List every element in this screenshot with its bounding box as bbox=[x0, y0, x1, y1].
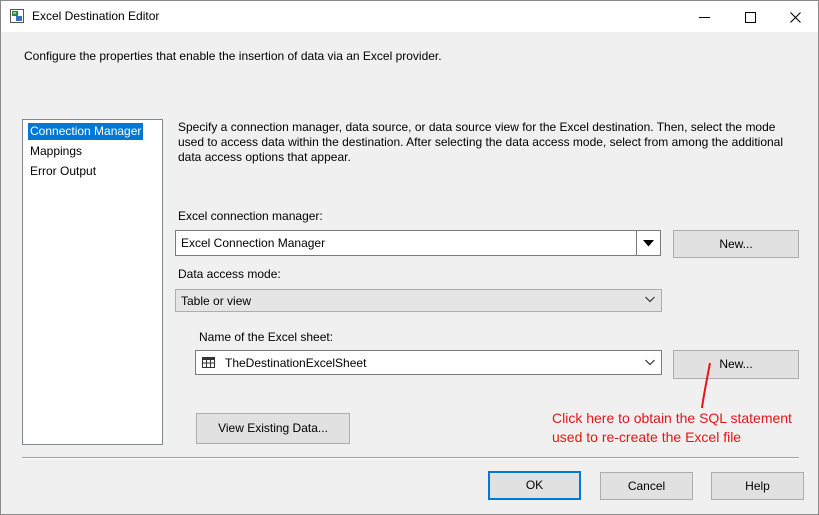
close-icon bbox=[789, 11, 801, 23]
view-existing-data-button[interactable]: View Existing Data... bbox=[196, 413, 350, 444]
table-icon bbox=[202, 357, 215, 368]
annotation-line-1: Click here to obtain the SQL statement bbox=[552, 410, 792, 426]
chevron-down-icon bbox=[645, 359, 655, 366]
dropdown-arrow-icon bbox=[643, 239, 654, 246]
connection-manager-combo[interactable]: Excel Connection Manager bbox=[175, 230, 661, 256]
excel-sheet-value: TheDestinationExcelSheet bbox=[225, 356, 367, 370]
nav-item-connection-manager[interactable]: Connection Manager bbox=[28, 123, 144, 140]
help-button[interactable]: Help bbox=[711, 472, 804, 500]
ok-button[interactable]: OK bbox=[488, 471, 581, 500]
excel-sheet-combo[interactable]: TheDestinationExcelSheet bbox=[195, 350, 662, 375]
minimize-button[interactable] bbox=[681, 1, 727, 32]
data-access-mode-label: Data access mode: bbox=[178, 267, 281, 281]
ssis-app-icon bbox=[10, 9, 24, 23]
data-access-mode-value: Table or view bbox=[181, 294, 252, 308]
new-excel-sheet-button[interactable]: New... bbox=[673, 350, 799, 379]
nav-item-mappings[interactable]: Mappings bbox=[28, 143, 84, 160]
annotation-text: Click here to obtain the SQL statement u… bbox=[552, 409, 792, 447]
close-button[interactable] bbox=[772, 1, 818, 32]
data-access-mode-combo[interactable]: Table or view bbox=[175, 289, 662, 312]
connection-manager-label: Excel connection manager: bbox=[178, 209, 323, 223]
excel-destination-editor-window: Excel Destination Editor Configure the p… bbox=[0, 0, 819, 515]
connection-manager-value: Excel Connection Manager bbox=[181, 236, 326, 250]
excel-sheet-label: Name of the Excel sheet: bbox=[199, 330, 334, 344]
new-connection-manager-button[interactable]: New... bbox=[673, 230, 799, 258]
maximize-icon bbox=[744, 11, 756, 23]
minimize-icon bbox=[698, 16, 710, 18]
title-bar: Excel Destination Editor bbox=[1, 1, 818, 32]
chevron-down-icon bbox=[645, 296, 655, 303]
instructions-text: Specify a connection manager, data sourc… bbox=[178, 120, 784, 164]
page-navigation-list: Connection Manager Mappings Error Output bbox=[22, 119, 163, 445]
window-title: Excel Destination Editor bbox=[32, 9, 160, 23]
footer-separator bbox=[22, 457, 799, 459]
annotation-line-2: used to re-create the Excel file bbox=[552, 429, 742, 445]
annotation-arrow bbox=[701, 362, 711, 409]
maximize-button[interactable] bbox=[727, 1, 773, 32]
nav-item-error-output[interactable]: Error Output bbox=[28, 163, 98, 180]
cancel-button[interactable]: Cancel bbox=[600, 472, 693, 500]
dialog-description: Configure the properties that enable the… bbox=[24, 49, 442, 63]
connection-manager-dropdown-button[interactable] bbox=[636, 231, 660, 255]
